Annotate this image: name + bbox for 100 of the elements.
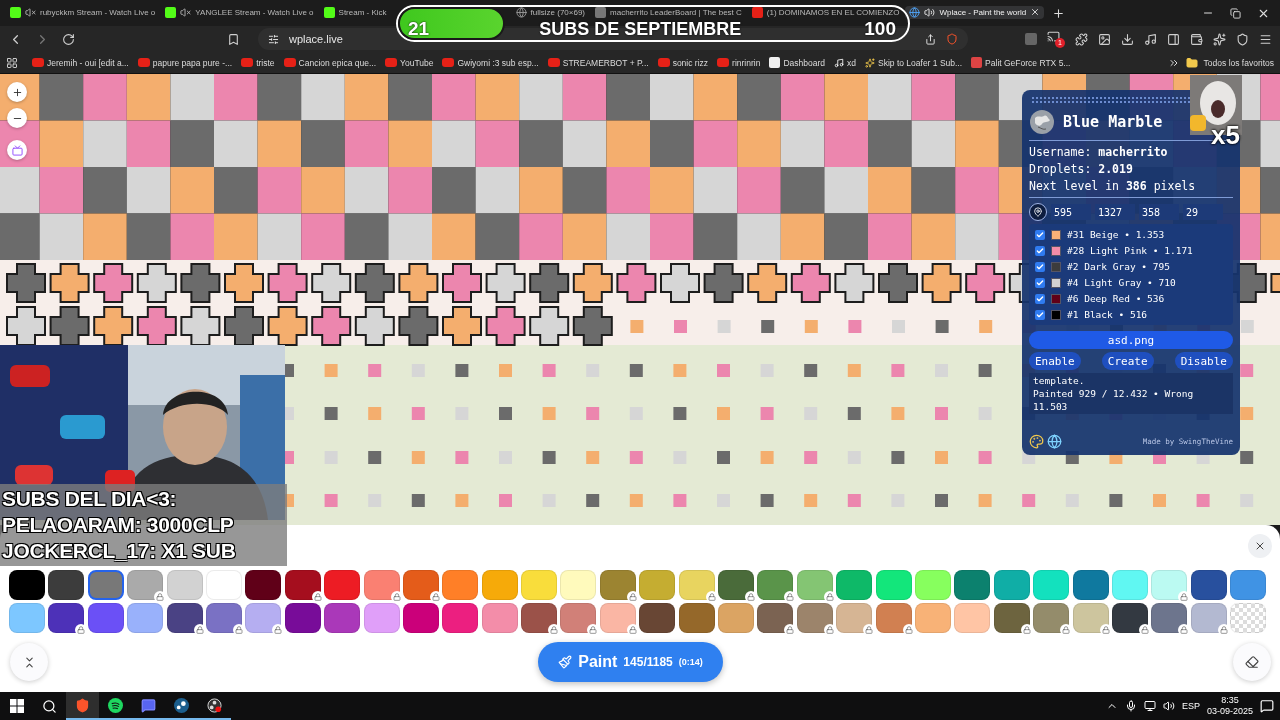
menu-icon[interactable] [1259,32,1272,46]
notifications-icon[interactable] [1260,699,1274,713]
output-line: template. [1033,374,1086,387]
color-checkbox[interactable] [1035,229,1045,240]
browser-tab[interactable]: Stream - Kick [319,5,510,19]
music-icon[interactable] [1144,32,1157,46]
chat-app-icon[interactable] [141,697,156,713]
bookmark-item[interactable]: sonic rizz [654,57,712,68]
share-icon[interactable] [925,33,936,45]
download-icon[interactable] [1121,32,1134,46]
palette-icon[interactable] [1029,434,1044,449]
wallet-icon[interactable] [1190,32,1203,46]
bookmark-item[interactable]: Palit GeForce RTX 5... [968,57,1074,68]
speaker-icon[interactable] [924,6,936,18]
taskbar-app[interactable] [66,692,99,720]
template-file-button[interactable]: asd.png [1029,331,1233,349]
info-line: Username: macherrito [1029,144,1169,161]
globe-icon [1029,109,1055,135]
panel-button[interactable]: Enable [1029,352,1081,370]
store-favicon-icon [971,57,983,68]
browser-tab[interactable]: Wplace - Paint the world [905,5,1045,19]
globe-icon [909,6,921,18]
coordinates-pin-button[interactable] [1029,203,1047,221]
paint-button[interactable]: Paint 145/1185 (0:14) [538,642,723,682]
bookmark-icon[interactable] [227,32,240,46]
video-favicon-icon [547,58,560,67]
network-icon[interactable] [1143,700,1156,712]
start-icon[interactable] [9,699,24,713]
coordinate-field[interactable]: 29 [1183,204,1223,220]
lock-icon [1099,624,1112,636]
site-settings-icon[interactable] [268,33,279,45]
color-checkbox[interactable] [1035,277,1045,288]
sidebar-icon[interactable] [1167,32,1180,46]
panel-button[interactable]: Disable [1174,352,1233,370]
bookmark-item[interactable]: STREAMERBOT + P... [544,57,652,68]
pin-icon [1033,207,1043,217]
bookmark-label: xd [847,57,856,68]
color-checkbox[interactable] [1035,293,1045,304]
new-tab-icon[interactable] [1052,6,1066,20]
color-swatch[interactable] [87,570,124,600]
bookmark-item[interactable]: Cancion epica que... [280,57,380,68]
info-line: Droplets: 2.019 [1029,161,1134,178]
color-count: #31 Beige • 1.353 [1067,229,1165,240]
lock-icon [193,624,206,636]
browser-tab[interactable]: YANGLEE Stream - Watch Live o [161,5,318,19]
coordinate-field[interactable]: 595 [1051,204,1091,220]
eraser-button[interactable] [1233,643,1271,681]
bookmark-folder[interactable]: Todos los favoritos [1203,57,1274,68]
lock-icon [311,591,324,603]
bookmark-item[interactable]: Skip to Loafer 1 Sub... [862,57,966,68]
globe-icon[interactable] [1047,434,1062,449]
bookmark-item[interactable]: Dashboard [766,57,828,68]
music-app-icon[interactable] [108,697,123,713]
lock-icon [1060,624,1073,636]
bookmark-label: Jeremih - oui [edit a... [47,57,129,68]
clock-time: 8:35 [1221,695,1239,706]
lock-icon [784,591,797,603]
search-icon[interactable] [42,698,57,714]
bookmark-item[interactable]: Gwiyomi :3 sub esp... [439,57,542,68]
video-favicon-icon [717,58,730,67]
extensions-icon[interactable] [1075,32,1088,46]
dashboard-favicon-icon [769,57,781,68]
recorder-app-icon[interactable] [207,697,222,713]
bookmark-item[interactable]: rinrinrin [714,57,764,68]
close-icon[interactable] [1030,7,1041,17]
tv-icon [11,144,23,156]
shield-icon[interactable] [1236,32,1249,46]
language-indicator[interactable]: ESP [1181,701,1200,711]
color-checkbox[interactable] [1035,245,1045,256]
output-line: Painted 929 / 12.432 • Wrong 11.503 [1033,387,1195,413]
color-count: #1 Black • 516 [1067,309,1148,320]
panel-button[interactable]: Create [1101,352,1154,370]
color-checkbox[interactable] [1035,309,1045,320]
bookmark-item[interactable]: triste [238,57,278,68]
muted-speaker-icon[interactable] [180,6,192,18]
stream-favicon-icon [10,6,21,18]
close-button[interactable] [1248,534,1272,558]
lock-icon [75,624,88,636]
bookmark-item[interactable]: papure papa pure -... [134,57,236,68]
color-checkbox[interactable] [1035,261,1045,272]
bookmark-item[interactable]: Jeremih - oui [edit a... [29,57,132,68]
bookmark-item[interactable]: xd [831,57,859,68]
reload-icon[interactable] [62,32,75,46]
muted-speaker-icon[interactable] [25,6,36,18]
apps-icon[interactable] [6,56,18,69]
restore-icon[interactable] [1230,7,1241,19]
sparkle-icon[interactable] [1213,32,1226,46]
folder-icon[interactable] [1185,56,1198,69]
coordinate-field[interactable]: 1327 [1095,204,1135,220]
note-icon [834,57,844,68]
bookmark-item[interactable]: YouTube [382,57,437,68]
browser-tab[interactable]: fullsize (70×69) [511,5,590,19]
browser-icon[interactable] [75,697,90,713]
lock-icon [429,591,442,603]
image-icon[interactable] [1098,32,1111,46]
volume-icon[interactable] [1162,700,1175,712]
microphone-icon[interactable] [1124,700,1137,712]
lock-icon [232,624,245,636]
coordinate-field[interactable]: 358 [1139,204,1179,220]
browser-tab[interactable]: rubyckkm Stream - Watch Live o [6,5,160,19]
